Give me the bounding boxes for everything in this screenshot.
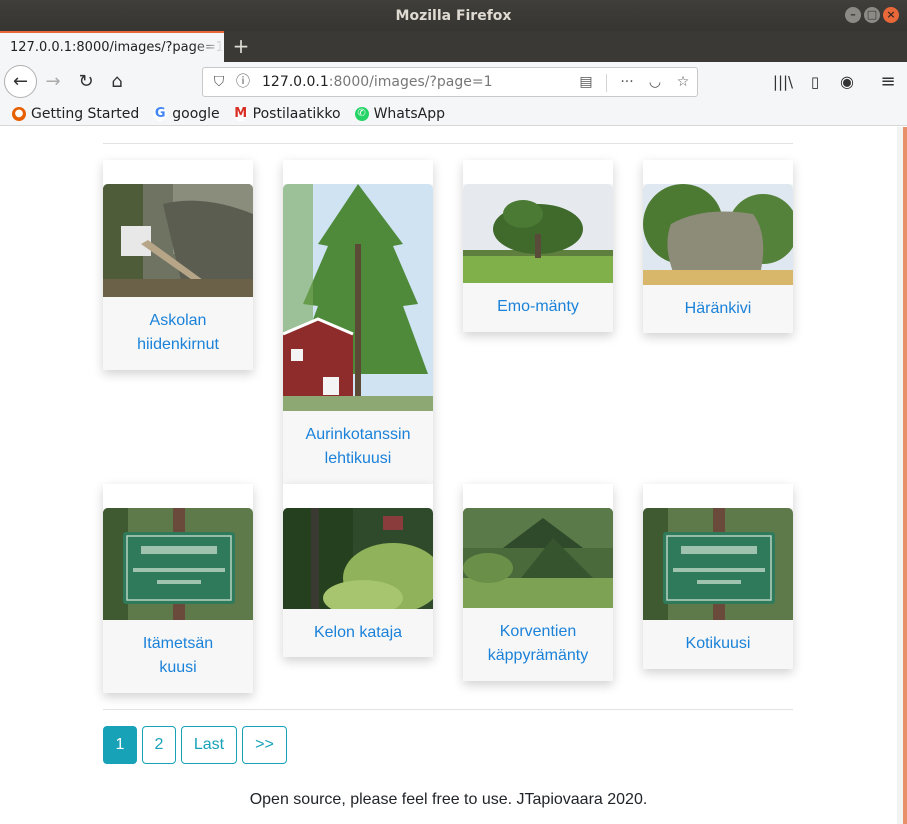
image-card[interactable]: Kotikuusi — [643, 484, 793, 669]
card-title-line: lehtikuusi — [324, 450, 392, 467]
card-header — [643, 484, 793, 508]
page-2-button[interactable]: 2 — [142, 726, 176, 764]
image-card[interactable]: Emo-mänty — [463, 160, 613, 332]
pocket-icon[interactable]: ◡ — [645, 72, 665, 92]
bookmark-label: Getting Started — [31, 105, 140, 122]
card-header — [103, 160, 253, 184]
close-icon[interactable]: × — [883, 7, 899, 23]
tab-strip: 127.0.0.1:8000/images/?page=1 + — [0, 31, 907, 62]
footer-text: Open source, please feel free to use. JT… — [249, 791, 648, 808]
thumbnail-image[interactable] — [463, 508, 613, 608]
card-title[interactable]: Itämetsän kuusi — [103, 620, 253, 680]
image-card[interactable]: Korventien käppyrämänty — [463, 484, 613, 681]
url-path: :8000/images/?page=1 — [328, 74, 493, 90]
last-page-button[interactable]: Last — [181, 726, 237, 764]
image-card[interactable]: Itämetsän kuusi — [103, 484, 253, 693]
card-title[interactable]: Kotikuusi — [643, 620, 793, 656]
bookmark-google[interactable]: G google — [153, 105, 220, 122]
url-host: 127.0.0.1 — [262, 74, 329, 90]
back-icon[interactable]: ← — [4, 65, 37, 98]
card-title-line: Aurinkotanssin — [305, 426, 411, 443]
thumbnail-image[interactable] — [643, 508, 793, 620]
card-title-line: Askolan — [149, 312, 207, 329]
firefox-icon: ● — [12, 106, 26, 121]
url-text[interactable]: 127.0.0.1:8000/images/?page=1 — [262, 74, 493, 90]
maximize-icon[interactable]: □ — [864, 7, 880, 23]
browser-tab[interactable]: 127.0.0.1:8000/images/?page=1 — [0, 31, 224, 62]
tab-title: 127.0.0.1:8000/images/?page=1 — [10, 40, 224, 55]
minimize-icon[interactable]: – — [845, 7, 861, 23]
thumbnail-image[interactable] — [283, 184, 433, 411]
card-title[interactable]: Aurinkotanssin lehtikuusi — [283, 411, 433, 471]
thumbnail-image[interactable] — [463, 184, 613, 283]
card-title-line: Emo-mänty — [497, 298, 579, 315]
new-tab-icon[interactable]: + — [230, 34, 252, 58]
sidebar-icon[interactable]: ▯ — [803, 70, 827, 94]
thumbnail-image[interactable] — [643, 184, 793, 285]
shield-icon[interactable]: ⛉ — [209, 72, 229, 92]
url-bar[interactable]: ⛉ ⓘ 127.0.0.1:8000/images/?page=1 ▤ ··· … — [202, 67, 698, 97]
page-content: Askolan hiidenkirnut Aurinkotanssin lehtik… — [0, 127, 897, 824]
window-title: Mozilla Firefox — [395, 7, 512, 24]
card-title-line: kuusi — [159, 659, 197, 676]
scrollbar[interactable] — [897, 127, 907, 824]
card-header — [283, 484, 433, 508]
bookmark-label: google — [172, 105, 220, 122]
card-title-line: käppyrämänty — [487, 647, 589, 664]
bookmark-label: WhatsApp — [373, 105, 445, 122]
menu-icon[interactable]: ≡ — [876, 70, 900, 94]
bookmark-whatsapp[interactable]: ✆ WhatsApp — [354, 105, 445, 122]
image-card[interactable]: Kelon kataja — [283, 484, 433, 657]
image-card[interactable]: Aurinkotanssin lehtikuusi — [283, 160, 433, 484]
card-title-line: Häränkivi — [684, 300, 752, 317]
card-header — [463, 160, 613, 184]
card-title[interactable]: Kelon kataja — [283, 609, 433, 645]
image-card[interactable]: Askolan hiidenkirnut — [103, 160, 253, 370]
card-title-line: Korventien — [499, 623, 577, 640]
card-header — [643, 160, 793, 184]
account-icon[interactable]: ◉ — [835, 70, 859, 94]
thumbnail-image[interactable] — [283, 508, 433, 609]
card-title-line: Kelon kataja — [313, 624, 403, 641]
window-titlebar: Mozilla Firefox – □ × — [0, 0, 907, 31]
library-icon[interactable]: |||\ — [771, 70, 795, 94]
bookmark-getting-started[interactable]: ● Getting Started — [12, 106, 139, 122]
bookmark-label: Postilaatikko — [252, 105, 341, 122]
google-icon: G — [153, 105, 168, 121]
thumbnail-image[interactable] — [103, 508, 253, 620]
card-title-line: Kotikuusi — [685, 635, 751, 652]
navigation-bar: ← → ↻ ⌂ ⛉ ⓘ 127.0.0.1:8000/images/?page=… — [0, 62, 907, 102]
window-controls: – □ × — [845, 7, 899, 23]
next-page-button[interactable]: >> — [242, 726, 287, 764]
divider — [103, 709, 793, 710]
reload-icon[interactable]: ↻ — [74, 70, 98, 94]
card-header — [103, 484, 253, 508]
site-info-icon[interactable]: ⓘ — [233, 72, 253, 92]
bookmark-star-icon[interactable]: ☆ — [673, 72, 693, 92]
divider — [103, 143, 793, 144]
bookmarks-toolbar: ● Getting Started G google M Postilaatik… — [0, 102, 907, 126]
url-separator — [606, 74, 607, 92]
card-header — [463, 484, 613, 508]
card-title[interactable]: Häränkivi — [643, 285, 793, 321]
whatsapp-icon: ✆ — [354, 106, 369, 121]
card-header — [283, 160, 433, 184]
card-title-line: hiidenkirnut — [137, 336, 219, 353]
image-card[interactable]: Häränkivi — [643, 160, 793, 333]
card-title[interactable]: Askolan hiidenkirnut — [103, 297, 253, 357]
home-icon[interactable]: ⌂ — [105, 70, 129, 94]
pagination: 1 2 Last >> — [103, 726, 287, 764]
card-title-line: Itämetsän — [142, 635, 214, 652]
page-1-button[interactable]: 1 — [103, 726, 137, 764]
bookmark-postilaatikko[interactable]: M Postilaatikko — [233, 105, 341, 122]
forward-icon[interactable]: → — [41, 70, 65, 94]
reader-view-icon[interactable]: ▤ — [576, 72, 596, 92]
card-title[interactable]: Emo-mänty — [463, 283, 613, 319]
card-title[interactable]: Korventien käppyrämänty — [463, 608, 613, 668]
tab-fade — [194, 33, 224, 62]
page-actions-icon[interactable]: ··· — [617, 72, 637, 92]
thumbnail-image[interactable] — [103, 184, 253, 297]
gmail-icon: M — [233, 105, 248, 121]
